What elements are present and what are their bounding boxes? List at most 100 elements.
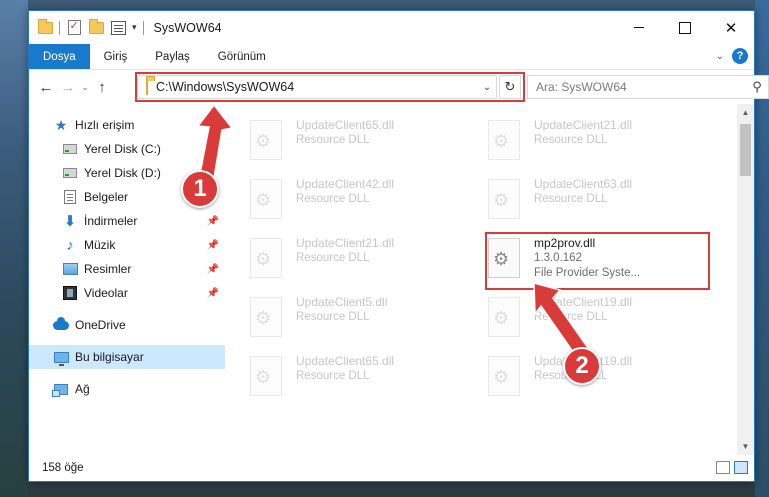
recent-locations-chevron-icon[interactable]: ⌄ — [79, 76, 91, 98]
dll-file-icon — [488, 120, 520, 160]
search-input[interactable]: Ara: SysWOW64 — [528, 80, 746, 94]
toolbar-divider — [59, 20, 60, 35]
close-button[interactable]: ✕ — [708, 11, 754, 44]
tab-home[interactable]: Giriş — [90, 44, 142, 69]
sidebar-item-label: Resimler — [84, 262, 132, 276]
dll-file-icon — [250, 297, 282, 337]
pictures-icon — [62, 261, 78, 277]
window-controls: ✕ — [616, 11, 754, 44]
title-bar: ▾ SysWOW64 ✕ — [29, 11, 754, 44]
file-description: Resource DLL — [296, 193, 370, 205]
minimize-button[interactable] — [616, 11, 662, 44]
tab-file[interactable]: Dosya — [29, 44, 90, 69]
file-item[interactable]: UpdateClient65.dll Resource DLL — [250, 354, 470, 404]
file-item[interactable]: UpdateClient63.dll Resource DLL — [488, 177, 708, 227]
sidebar-item-downloads[interactable]: ⬇ İndirmeler 📌 — [29, 209, 225, 233]
dll-file-icon — [250, 179, 282, 219]
file-name: UpdateClient63.dll — [534, 177, 633, 191]
ribbon-tabs: Dosya Giriş Paylaş Görünüm ⌄ ? — [29, 44, 754, 70]
file-item[interactable]: UpdateClient65.dll Resource DLL — [250, 118, 470, 168]
address-highlight-box — [135, 72, 525, 102]
file-list: UpdateClient65.dll Resource DLL UpdateCli… — [225, 104, 754, 455]
star-icon: ★ — [54, 116, 68, 133]
navigation-bar: ← → ⌄ ↑ C:\Windows\SysWOW64 ⌄ ↻ Ara: Sys… — [29, 70, 769, 104]
documents-icon — [62, 189, 78, 205]
file-name: UpdateClient19.dll — [534, 295, 633, 309]
vertical-scrollbar[interactable]: ▲ ▼ — [737, 104, 754, 455]
file-description: Resource DLL — [296, 134, 370, 146]
item-count: 158 öğe — [42, 462, 84, 474]
callout-badge-one: 1 — [181, 170, 219, 208]
drive-icon — [62, 165, 78, 181]
scrollbar-thumb[interactable] — [740, 124, 751, 176]
music-icon: ♪ — [66, 236, 74, 254]
back-arrow-icon[interactable]: ← — [35, 76, 57, 98]
dll-file-icon — [250, 356, 282, 396]
file-item[interactable]: UpdateClient21.dll Resource DLL — [488, 118, 708, 168]
network-icon — [52, 381, 69, 397]
properties-icon[interactable] — [110, 20, 126, 36]
tab-view[interactable]: Görünüm — [204, 44, 280, 69]
scroll-up-icon[interactable]: ▲ — [737, 104, 754, 121]
file-name: UpdateClient21.dll — [534, 118, 633, 132]
wallpaper-left — [0, 0, 28, 497]
file-item[interactable]: UpdateClient21.dll Resource DLL — [250, 236, 470, 286]
sidebar-item-onedrive[interactable]: OneDrive — [29, 313, 225, 337]
folder-icon — [37, 18, 53, 36]
pin-icon[interactable]: 📌 — [207, 216, 219, 227]
downloads-icon: ⬇ — [63, 213, 77, 230]
file-description: Resource DLL — [296, 370, 370, 382]
up-arrow-icon[interactable]: ↑ — [91, 76, 113, 98]
file-item[interactable]: UpdateClient19.dll Resource DLL — [488, 295, 708, 345]
dll-file-icon — [488, 356, 520, 396]
sidebar-item-videos[interactable]: Videolar 📌 — [29, 281, 225, 305]
expand-ribbon-chevron-icon[interactable]: ⌄ — [716, 51, 724, 62]
tiles-view-icon[interactable] — [734, 461, 748, 474]
sidebar-item-label: Hızlı erişim — [75, 118, 135, 132]
sidebar-item-label: Müzik — [84, 238, 116, 252]
pin-icon[interactable]: 📌 — [207, 240, 219, 251]
dll-file-icon — [250, 238, 282, 278]
help-icon[interactable]: ? — [732, 48, 748, 64]
drive-icon — [62, 141, 78, 157]
new-folder-icon[interactable] — [88, 18, 104, 36]
sidebar-item-this-pc[interactable]: Bu bilgisayar — [29, 345, 225, 369]
sidebar-item-network[interactable]: Ağ — [29, 377, 225, 401]
sidebar-item-label: Ağ — [75, 382, 90, 396]
toolbar-divider — [142, 20, 144, 35]
onedrive-icon — [53, 316, 69, 333]
file-highlight-box — [485, 232, 710, 290]
details-view-icon[interactable] — [716, 461, 730, 474]
file-description: Resource DLL — [534, 311, 608, 323]
sidebar-item-label: İndirmeler — [84, 214, 138, 228]
file-item[interactable]: UpdateClient42.dll Resource DLL — [250, 177, 470, 227]
file-item[interactable]: UpdateClient5.dll Resource DLL — [250, 295, 470, 345]
customize-toolbar-chevron-icon[interactable]: ▾ — [132, 22, 137, 33]
search-icon[interactable]: ⚲ — [746, 79, 768, 95]
search-box[interactable]: Ara: SysWOW64 ⚲ — [527, 75, 769, 99]
sidebar-item-local-disk-c[interactable]: Yerel Disk (C:) — [29, 137, 225, 161]
tab-share[interactable]: Paylaş — [141, 44, 204, 69]
sidebar-item-pictures[interactable]: Resimler 📌 — [29, 257, 225, 281]
file-description: Resource DLL — [296, 311, 370, 323]
status-bar: 158 öğe — [29, 455, 754, 481]
content-area: ★ Hızlı erişim Yerel Disk (C:) Yerel Dis… — [29, 104, 754, 455]
callout-badge-two: 2 — [563, 347, 601, 385]
sidebar-item-label: Yerel Disk (C:) — [84, 142, 161, 156]
file-name: UpdateClient65.dll — [296, 118, 395, 132]
sidebar-item-quick-access[interactable]: ★ Hızlı erişim — [29, 113, 225, 137]
forward-arrow-icon[interactable]: → — [57, 76, 79, 98]
properties-check-icon[interactable] — [66, 19, 82, 36]
file-description: Resource DLL — [534, 134, 608, 146]
sidebar-item-label: OneDrive — [75, 318, 126, 332]
dll-file-icon — [250, 120, 282, 160]
this-pc-icon — [53, 349, 69, 366]
pin-icon[interactable]: 📌 — [207, 264, 219, 275]
navigation-pane: ★ Hızlı erişim Yerel Disk (C:) Yerel Dis… — [29, 104, 225, 455]
scroll-down-icon[interactable]: ▼ — [737, 438, 754, 455]
ribbon-right-controls: ⌄ ? — [716, 48, 748, 64]
sidebar-item-music[interactable]: ♪ Müzik 📌 — [29, 233, 225, 257]
maximize-button[interactable] — [662, 11, 708, 44]
file-name: UpdateClient5.dll — [296, 295, 388, 309]
pin-icon[interactable]: 📌 — [207, 288, 219, 299]
